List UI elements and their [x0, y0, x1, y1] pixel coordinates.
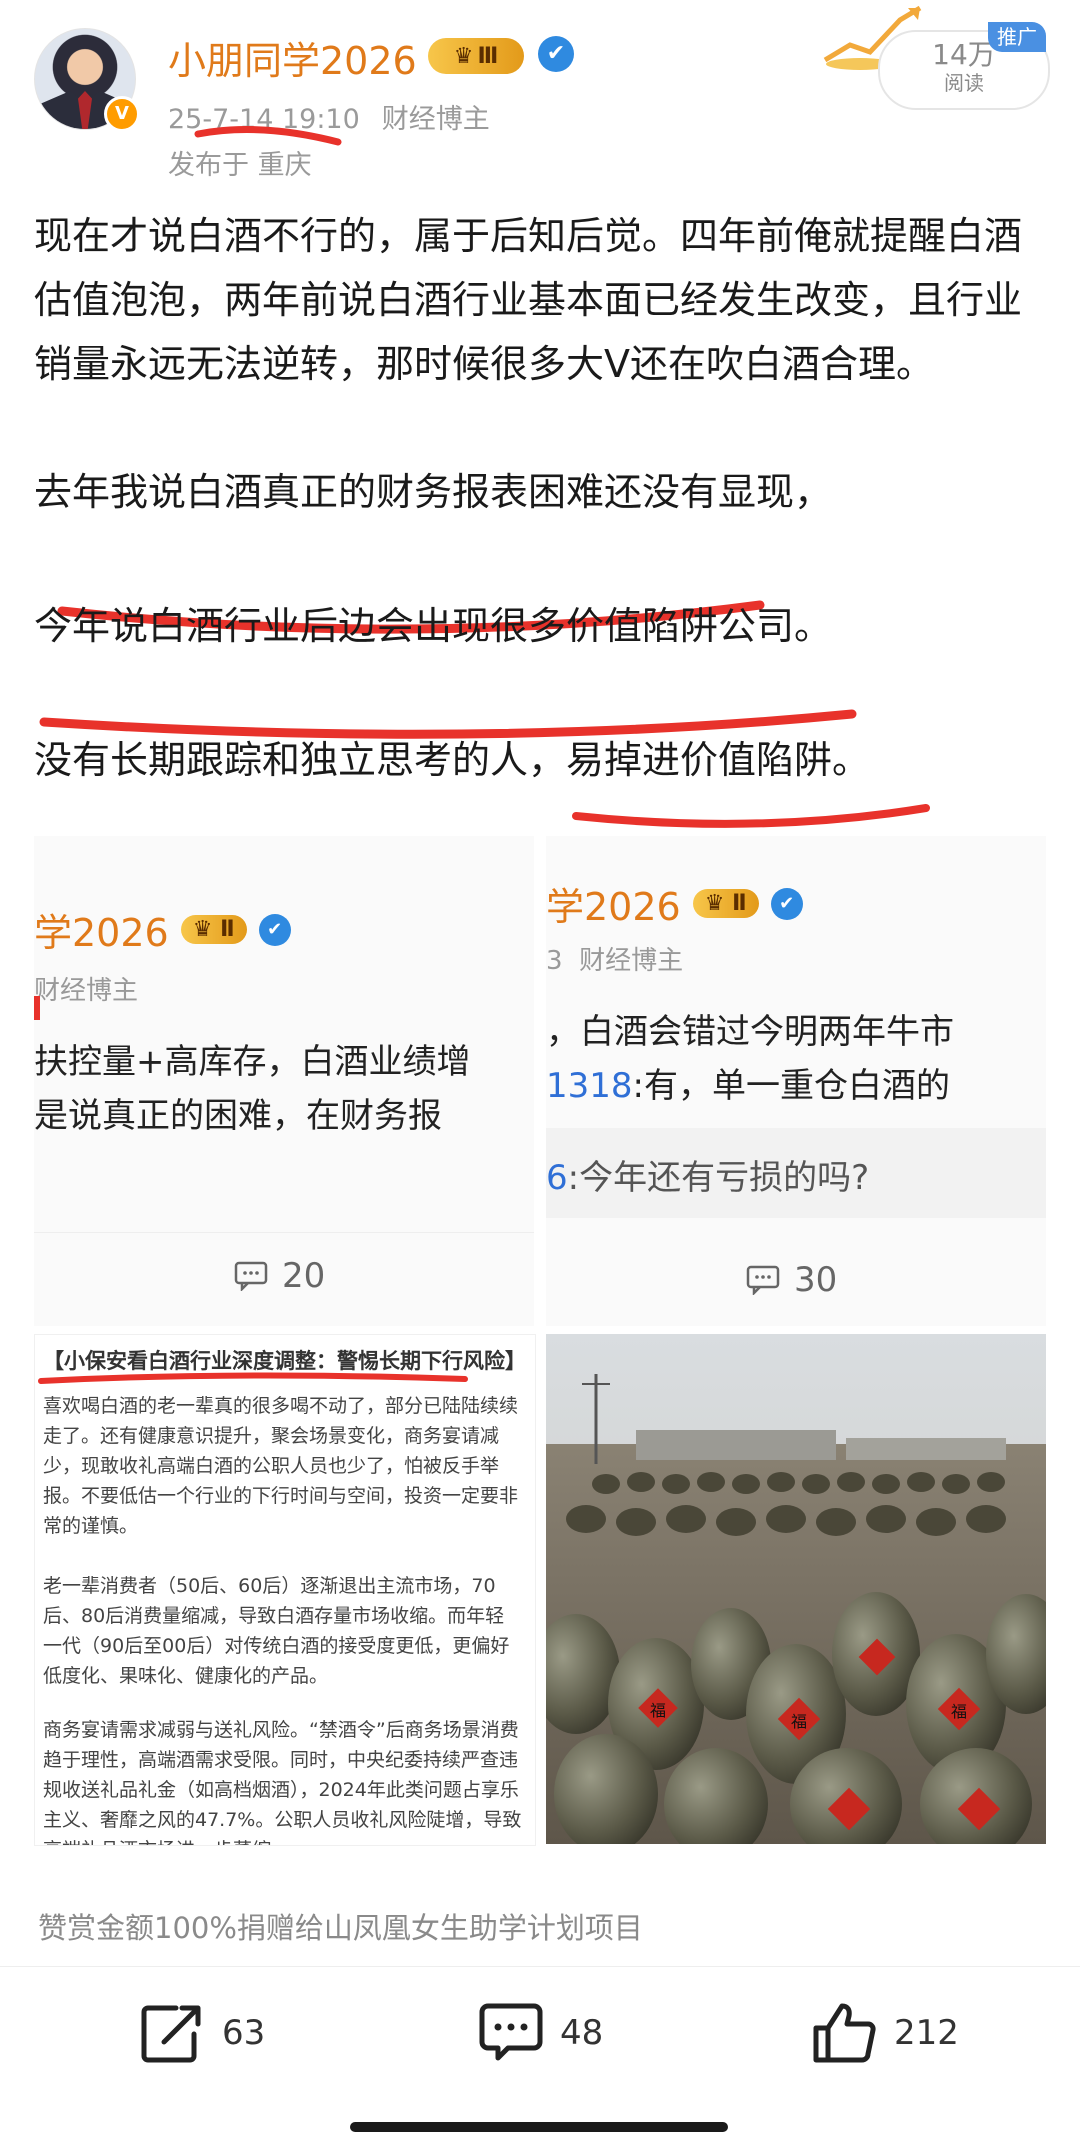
article-paragraph-1: 喜欢喝白酒的老一辈真的很多喝不动了，部分已陆陆续续走了。还有健康意识提升，聚会场… — [43, 1395, 519, 1537]
snippet-category: 3 财经博主 — [546, 940, 683, 977]
comment-bubble-icon — [479, 2003, 543, 2061]
snippet-line-3-text: :今年还有亏损的吗? — [567, 1158, 870, 1198]
share-count: 63 — [222, 2013, 266, 2053]
article-paragraph-3: 商务宴请需求减弱与送礼风险。“禁酒令”后商务场景消费趋于理性，高端酒需求受限。同… — [43, 1719, 522, 1845]
snippet-badge-label: Ⅱ — [732, 891, 747, 916]
image-tile-3[interactable]: 【小保安看白酒行业深度调整：警惕长期下行风险】 喜欢喝白酒的老一辈真的很多喝不动… — [34, 1334, 536, 1846]
share-icon — [141, 2005, 201, 2063]
snippet-comment-count: 20 — [234, 1256, 325, 1296]
snippet-category-prefix: 3 — [546, 946, 563, 976]
snippet-category: 财经博主 — [34, 976, 139, 1006]
article-paragraph-2: 老一辈消费者（50后、60后）逐渐退出主流市场，70后、80后消费量缩减，导致白… — [43, 1575, 510, 1687]
snippet-user-ref: 1318 — [546, 1066, 633, 1106]
snippet-crown-badge: ♛ Ⅱ — [180, 915, 247, 944]
share-button[interactable]: 63 — [140, 2002, 265, 2064]
jar-label-3: 福 — [951, 1702, 967, 1721]
comment-icon — [234, 1261, 268, 1291]
image-tile-4[interactable]: 福 福 福 — [546, 1334, 1046, 1844]
snippet-line-2: 1318:有，单一重仓白酒的 — [546, 1058, 950, 1107]
snippet-line-3: 6:今年还有亏损的吗? — [546, 1150, 869, 1199]
snippet-verify-icon: ✔ — [770, 887, 803, 920]
footer-divider — [0, 1966, 1080, 1967]
image-tile-1[interactable]: 学2026 ♛ Ⅱ ✔ 财经博主 扶控量+高库存，白酒业绩增 是说真正的困难，在… — [34, 836, 534, 1326]
snippet-line-1: 扶控量+高库存，白酒业绩增 — [34, 1042, 471, 1082]
snippet-line-2: 是说真正的困难，在财务报 — [34, 1096, 442, 1136]
jar-label-1: 福 — [650, 1701, 666, 1720]
image-tile-2[interactable]: 学2026 ♛ Ⅱ ✔ 3 财经博主 ，白酒会错过今明两年牛市 1318:有，单… — [546, 836, 1046, 1326]
post-paragraph-4: 没有长期跟踪和独立思考的人，易掉进价值陷阱。 — [34, 738, 871, 782]
post-paragraph-3: 今年说白酒行业后边会出现很多价值陷阱公司。 — [34, 604, 833, 648]
snippet-comment-count: 30 — [746, 1260, 837, 1300]
donation-note: 赞赏金额100%捐赠给山凤凰女生助学计划项目 — [38, 1911, 643, 1945]
liquor-jars-photo: 福 福 福 — [546, 1334, 1046, 1844]
post-paragraph-1: 现在才说白酒不行的，属于后知后觉。四年前俺就提醒白酒估值泡泡，两年前说白酒行业基… — [34, 214, 1023, 386]
post-paragraph-2: 去年我说白酒真正的财务报表困难还没有显现， — [34, 470, 833, 514]
post-body: 现在才说白酒不行的，属于后知后觉。四年前俺就提醒白酒估值泡泡，两年前说白酒行业基… — [34, 204, 1054, 792]
snippet-verify-icon: ✔ — [258, 913, 291, 946]
home-indicator[interactable] — [350, 2122, 728, 2132]
snippet-line-2-text: :有，单一重仓白酒的 — [632, 1066, 950, 1106]
like-count: 212 — [894, 2013, 959, 2053]
snippet-comments-value: 30 — [794, 1260, 838, 1300]
snippet-badge-label: Ⅱ — [220, 917, 235, 942]
comment-button[interactable]: 48 — [478, 2002, 603, 2064]
thumbs-up-icon — [813, 2003, 876, 2063]
jar-label-2: 福 — [791, 1712, 807, 1731]
snippet-red-mark — [34, 996, 40, 1020]
snippet-user-ref-2: 6 — [546, 1158, 568, 1198]
snippet-username: 学2026 — [34, 911, 169, 955]
like-button[interactable]: 212 — [812, 2002, 959, 2064]
snippet-crown-badge: ♛ Ⅱ — [692, 889, 759, 918]
snippet-line-1: ，白酒会错过今明两年牛市 — [546, 1012, 954, 1052]
snippet-username: 学2026 — [546, 885, 681, 929]
snippet-category-text: 财经博主 — [579, 946, 684, 976]
comment-count: 48 — [560, 2013, 604, 2053]
article-title-underline — [38, 1372, 468, 1384]
snippet-comments-value: 20 — [282, 1256, 326, 1296]
comment-icon — [746, 1265, 780, 1295]
